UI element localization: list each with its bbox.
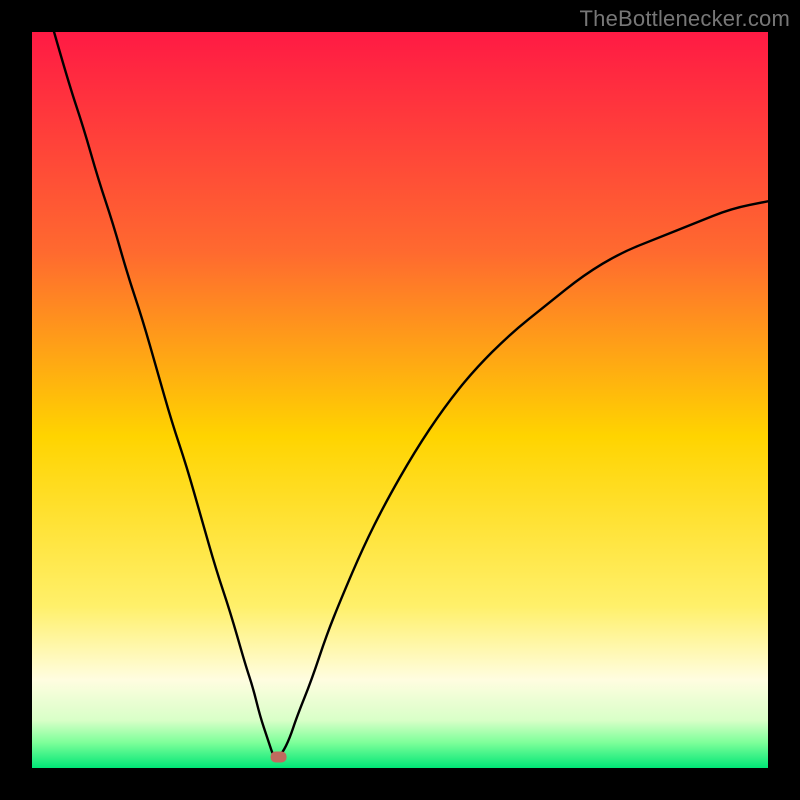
chart-frame: TheBottlenecker.com: [0, 0, 800, 800]
optimum-marker: [271, 751, 287, 762]
plot-background: [32, 32, 768, 768]
watermark-text: TheBottlenecker.com: [580, 6, 790, 32]
bottleneck-chart: [32, 32, 768, 768]
